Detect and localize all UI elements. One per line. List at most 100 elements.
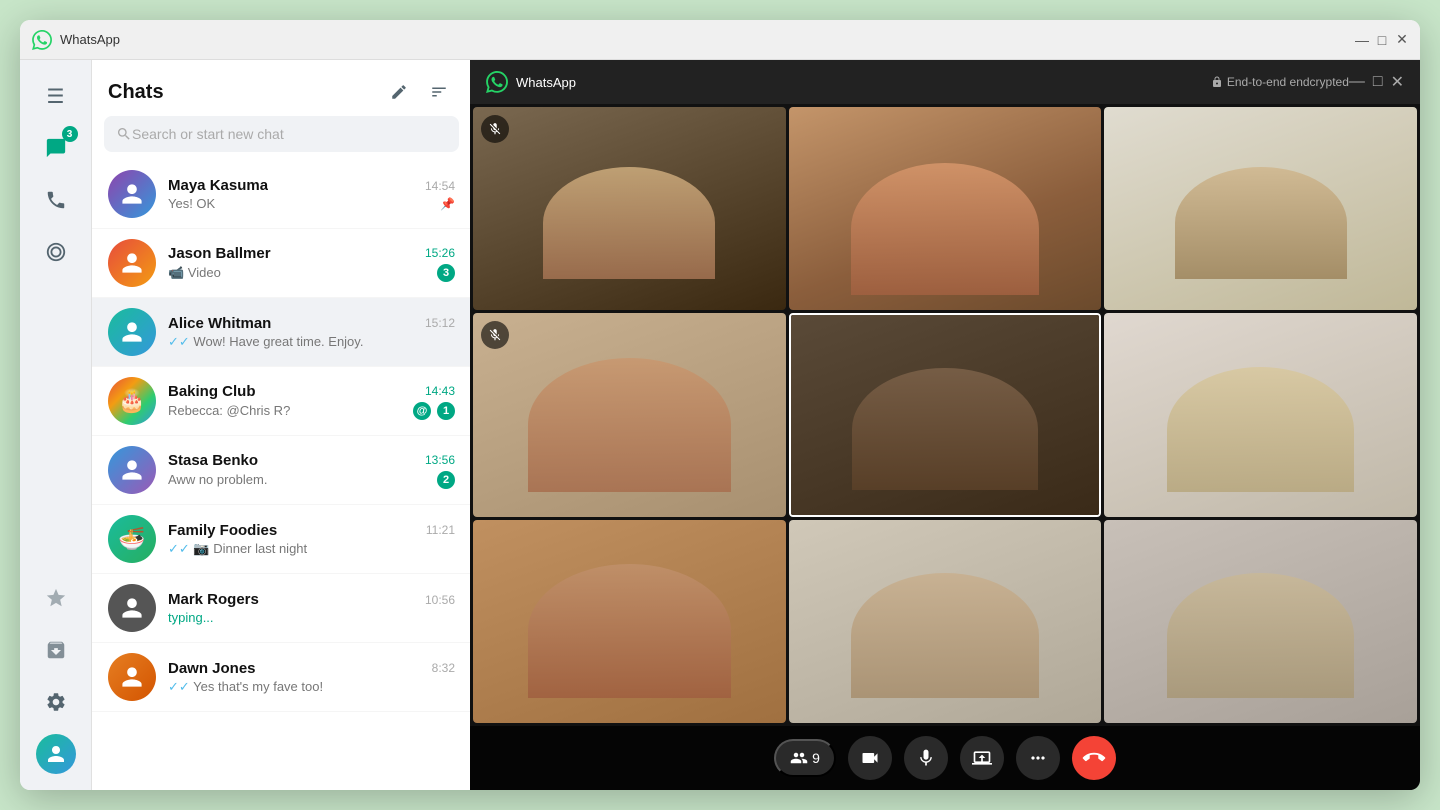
video-cell — [473, 107, 786, 310]
chat-time: 10:56 — [425, 593, 455, 607]
avatar — [108, 584, 156, 632]
sidebar-item-status[interactable] — [32, 228, 80, 276]
chat-name: Family Foodies — [168, 522, 277, 539]
list-item[interactable]: Maya Kasuma 14:54 Yes! OK 📌 — [92, 160, 471, 229]
list-item[interactable]: 🎂 Baking Club 14:43 Rebecca: @Chris R? @… — [92, 367, 471, 436]
chat-time: 11:21 — [426, 523, 455, 537]
video-cell-active — [789, 313, 1102, 516]
chat-info: Alice Whitman 15:12 ✓✓ Wow! Have great t… — [168, 315, 455, 350]
maximize-button[interactable]: □ — [1376, 34, 1388, 46]
minimize-video-button[interactable]: — — [1349, 72, 1365, 92]
chat-name: Mark Rogers — [168, 591, 259, 608]
whatsapp-logo-icon — [32, 30, 52, 50]
chat-time: 13:56 — [425, 453, 455, 467]
list-item[interactable]: 🍜 Family Foodies 11:21 ✓✓ 📷 Dinner last … — [92, 505, 471, 574]
minimize-button[interactable]: — — [1356, 34, 1368, 46]
window-controls: — □ ✕ — [1356, 34, 1408, 46]
avatar — [108, 446, 156, 494]
chat-preview: 📹 Video — [168, 265, 431, 281]
sidebar-item-chats[interactable]: 3 — [32, 124, 80, 172]
avatar: 🍜 — [108, 515, 156, 563]
chat-preview: ✓✓ 📷 Dinner last night — [168, 541, 455, 557]
chat-list-header: Chats — [92, 60, 471, 116]
menu-icon: ☰ — [47, 84, 65, 109]
list-item[interactable]: Jason Ballmer 15:26 📹 Video 3 — [92, 229, 471, 298]
filter-button[interactable] — [423, 76, 455, 108]
participants-button[interactable]: 9 — [774, 739, 836, 777]
sidebar-item-settings[interactable] — [32, 678, 80, 726]
end-call-icon — [1078, 742, 1109, 773]
chat-preview: Yes! OK — [168, 196, 436, 211]
video-call-window: WhatsApp End-to-end endcrypted — □ ✕ — [470, 60, 1420, 790]
chats-badge: 3 — [62, 126, 78, 142]
chat-time: 14:43 — [425, 384, 455, 398]
search-input[interactable] — [132, 126, 447, 142]
close-button[interactable]: ✕ — [1396, 34, 1408, 46]
video-cell — [789, 520, 1102, 723]
filter-icon — [430, 83, 448, 101]
sidebar-bottom — [32, 574, 80, 790]
sidebar-item-me[interactable] — [32, 730, 80, 778]
chat-time: 14:54 — [425, 179, 455, 193]
microphone-icon — [916, 748, 936, 768]
chat-name: Dawn Jones — [168, 660, 256, 677]
chat-info: Family Foodies 11:21 ✓✓ 📷 Dinner last ni… — [168, 522, 455, 557]
search-icon — [116, 126, 132, 142]
mute-indicator — [481, 115, 509, 143]
chat-preview: ✓✓ Yes that's my fave too! — [168, 679, 455, 695]
chat-list-panel: Chats — [92, 60, 472, 790]
mute-button[interactable] — [904, 736, 948, 780]
sidebar-item-calls[interactable] — [32, 176, 80, 224]
chats-title: Chats — [108, 81, 164, 104]
chat-time: 15:12 — [425, 316, 455, 330]
lock-icon — [1211, 76, 1223, 88]
chat-time: 8:32 — [432, 661, 455, 675]
content-area: ☰ 3 — [20, 60, 1420, 790]
video-toggle-button[interactable] — [848, 736, 892, 780]
share-screen-button[interactable] — [960, 736, 1004, 780]
e2e-text: End-to-end endcrypted — [1227, 75, 1349, 89]
avatar — [108, 308, 156, 356]
chat-preview: typing... — [168, 610, 455, 625]
new-chat-button[interactable] — [383, 76, 415, 108]
archived-icon — [45, 639, 67, 661]
end-call-button[interactable] — [1072, 736, 1116, 780]
list-item[interactable]: Dawn Jones 8:32 ✓✓ Yes that's my fave to… — [92, 643, 471, 712]
chat-name: Baking Club — [168, 383, 256, 400]
close-video-button[interactable]: ✕ — [1391, 72, 1404, 92]
chat-list: Maya Kasuma 14:54 Yes! OK 📌 — [92, 160, 471, 790]
chat-info: Jason Ballmer 15:26 📹 Video 3 — [168, 245, 455, 282]
chat-preview: ✓✓ Wow! Have great time. Enjoy. — [168, 334, 455, 350]
unread-badge: 3 — [437, 264, 455, 282]
list-item[interactable]: Mark Rogers 10:56 typing... — [92, 574, 471, 643]
header-actions — [383, 76, 455, 108]
video-cell — [473, 313, 786, 516]
sidebar-item-starred[interactable] — [32, 574, 80, 622]
video-cell — [473, 520, 786, 723]
more-options-button[interactable] — [1016, 736, 1060, 780]
starred-icon — [45, 587, 67, 609]
pin-icon: 📌 — [440, 197, 455, 211]
video-cell — [1104, 313, 1417, 516]
chat-name: Alice Whitman — [168, 315, 271, 332]
video-cell — [789, 107, 1102, 310]
sidebar: ☰ 3 — [20, 60, 92, 790]
sidebar-item-menu[interactable]: ☰ — [32, 72, 80, 120]
chat-time: 15:26 — [425, 246, 455, 260]
video-call-app-name: WhatsApp — [516, 75, 1211, 90]
list-item[interactable]: Alice Whitman 15:12 ✓✓ Wow! Have great t… — [92, 298, 471, 367]
sidebar-item-archived[interactable] — [32, 626, 80, 674]
app-title: WhatsApp — [60, 32, 1356, 47]
video-call-titlebar: WhatsApp End-to-end endcrypted — □ ✕ — [470, 60, 1420, 104]
chats-icon — [45, 137, 67, 159]
camera-icon — [860, 748, 880, 768]
chat-name: Maya Kasuma — [168, 177, 268, 194]
participants-icon — [790, 749, 808, 767]
whatsapp-logo-icon — [486, 71, 508, 93]
list-item[interactable]: Stasa Benko 13:56 Aww no problem. 2 — [92, 436, 471, 505]
new-chat-icon — [390, 83, 408, 101]
title-bar: WhatsApp — □ ✕ — [20, 20, 1420, 60]
maximize-video-button[interactable]: □ — [1373, 72, 1383, 92]
unread-badge: 1 — [437, 402, 455, 420]
search-bar — [104, 116, 459, 152]
